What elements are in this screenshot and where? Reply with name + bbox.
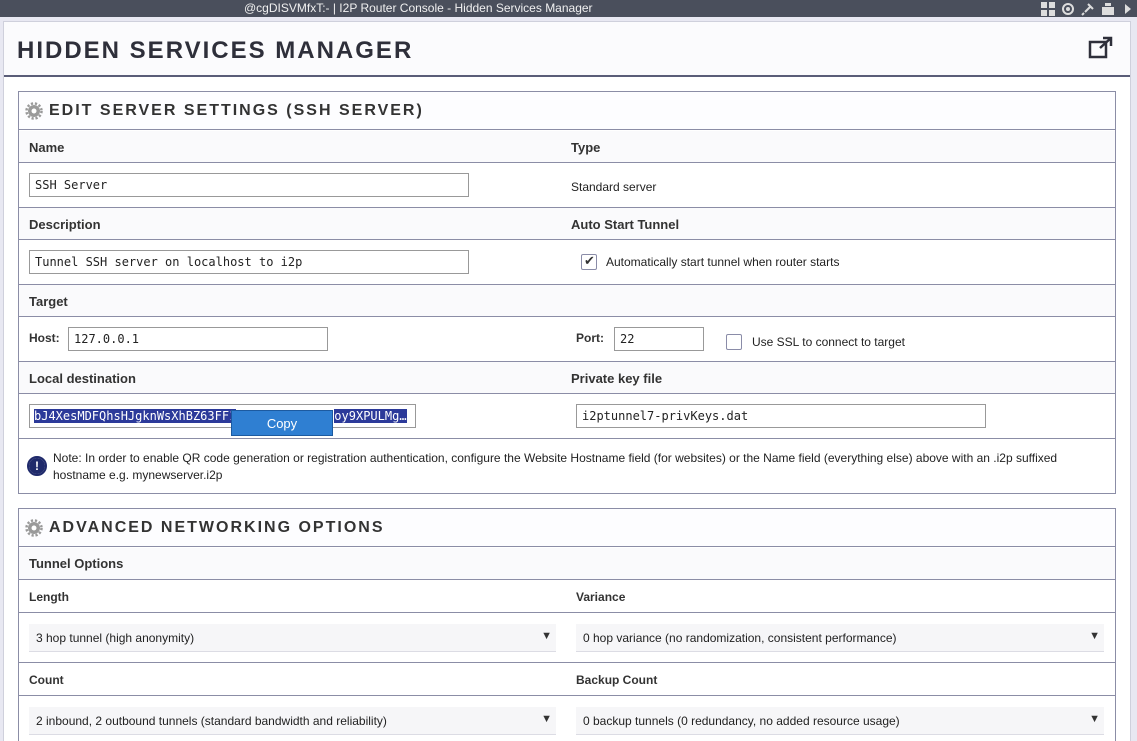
description-label: Description — [29, 217, 101, 232]
local-destination-label: Local destination — [29, 371, 136, 386]
context-menu-copy[interactable]: Copy — [231, 410, 333, 436]
variance-value: 0 hop variance (no randomization, consis… — [583, 631, 897, 645]
length-value: 3 hop tunnel (high anonymity) — [36, 631, 195, 645]
target-label: Target — [29, 294, 68, 309]
backup-count-select[interactable]: 0 backup tunnels (0 redundancy, no added… — [576, 707, 1104, 735]
target-label-row: Target — [19, 285, 1115, 317]
edit-server-header: EDIT SERVER SETTINGS (SSH SERVER) — [19, 92, 1115, 130]
external-link-icon[interactable] — [1088, 36, 1114, 60]
autostart-label: Auto Start Tunnel — [571, 217, 680, 232]
autostart-text: Automatically start tunnel when router s… — [606, 255, 840, 269]
gear-icon — [25, 518, 43, 537]
length-select[interactable]: 3 hop tunnel (high anonymity) ▼ — [29, 624, 556, 652]
host-input[interactable]: 127.0.0.1 — [68, 327, 328, 351]
page-title: HIDDEN SERVICES MANAGER — [17, 37, 414, 64]
note-text: Note: In order to enable QR code generat… — [53, 451, 1058, 482]
note-row: Note: In order to enable QR code generat… — [19, 439, 1115, 494]
page-container: HIDDEN SERVICES MANAGER EDIT SERVER SETT… — [3, 21, 1131, 741]
advanced-networking-header: ADVANCED NETWORKING OPTIONS — [19, 509, 1115, 547]
port-label: Port: — [576, 331, 604, 345]
variance-select[interactable]: 0 hop variance (no randomization, consis… — [576, 624, 1104, 652]
pin-icon[interactable] — [1081, 2, 1095, 16]
target-value-row: Host: 127.0.0.1 Port: 22 Use SSL to conn… — [19, 317, 1115, 362]
advanced-networking-panel: ADVANCED NETWORKING OPTIONS Tunnel Optio… — [18, 508, 1116, 741]
description-input[interactable]: Tunnel SSH server on localhost to i2p — [29, 250, 469, 274]
tunnel-options-label: Tunnel Options — [29, 556, 124, 571]
move-icon[interactable] — [1061, 2, 1075, 16]
destination-label-row: Local destination Private key file — [19, 362, 1115, 394]
page-header: HIDDEN SERVICES MANAGER — [4, 22, 1130, 77]
destination-value-row: bJ4XesMDFQhsHJgknWsXhBZ63FF1 oy9XPULMg… i… — [19, 394, 1115, 439]
name-label: Name — [29, 140, 65, 155]
length-variance-value-row: 3 hop tunnel (high anonymity) ▼ 0 hop va… — [19, 613, 1115, 663]
local-destination-selection-tail: oy9XPULMg… — [334, 409, 407, 423]
dropdown-arrow-icon: ▼ — [541, 713, 552, 725]
count-value: 2 inbound, 2 outbound tunnels (standard … — [36, 714, 387, 728]
backup-count-value: 0 backup tunnels (0 redundancy, no added… — [583, 714, 900, 728]
description-label-row: Description Auto Start Tunnel — [19, 208, 1115, 240]
ssl-text: Use SSL to connect to target — [752, 335, 905, 349]
edit-server-title: EDIT SERVER SETTINGS (SSH SERVER) — [49, 101, 424, 119]
titlebar-controls — [1041, 0, 1137, 17]
window-titlebar: @cgDISVMfxT:- | I2P Router Console - Hid… — [0, 0, 1137, 17]
dropdown-arrow-icon: ▼ — [541, 630, 552, 642]
edit-server-panel: EDIT SERVER SETTINGS (SSH SERVER) Name T… — [18, 91, 1116, 494]
port-input[interactable]: 22 — [614, 327, 704, 351]
variance-label: Variance — [576, 590, 626, 604]
private-key-input[interactable]: i2ptunnel7-privKeys.dat — [576, 404, 986, 428]
grid-icon[interactable] — [1041, 1, 1055, 16]
gear-icon — [25, 101, 43, 120]
local-destination-selection: bJ4XesMDFQhsHJgknWsXhBZ63FF1 — [34, 409, 237, 423]
count-select[interactable]: 2 inbound, 2 outbound tunnels (standard … — [29, 707, 556, 735]
advanced-networking-title: ADVANCED NETWORKING OPTIONS — [49, 518, 385, 536]
ssl-checkbox[interactable] — [726, 334, 742, 350]
info-icon — [27, 456, 47, 476]
count-value-row: 2 inbound, 2 outbound tunnels (standard … — [19, 696, 1115, 741]
private-key-label: Private key file — [571, 371, 663, 386]
autostart-checkbox[interactable] — [581, 253, 597, 270]
count-label-row: Count Backup Count — [19, 663, 1115, 696]
dropdown-arrow-icon: ▼ — [1089, 713, 1100, 725]
window-icon[interactable] — [1101, 2, 1115, 16]
description-value-row: Tunnel SSH server on localhost to i2p Au… — [19, 240, 1115, 285]
name-type-label-row: Name Type — [19, 131, 1115, 163]
length-variance-label-row: Length Variance — [19, 580, 1115, 613]
name-input[interactable]: SSH Server — [29, 173, 469, 197]
local-destination-input[interactable]: bJ4XesMDFQhsHJgknWsXhBZ63FF1 oy9XPULMg… — [29, 404, 416, 428]
dropdown-arrow-icon: ▼ — [1089, 630, 1100, 642]
backup-count-label: Backup Count — [576, 673, 658, 687]
arrow-right-icon[interactable] — [1121, 2, 1135, 16]
tunnel-options-row: Tunnel Options — [19, 548, 1115, 580]
type-label: Type — [571, 140, 601, 155]
host-label: Host: — [29, 331, 60, 345]
length-label: Length — [29, 590, 69, 604]
name-type-value-row: SSH Server Standard server — [19, 163, 1115, 208]
window-title: @cgDISVMfxT:- | I2P Router Console - Hid… — [244, 1, 593, 15]
type-value: Standard server — [571, 180, 657, 194]
count-label: Count — [29, 673, 64, 687]
